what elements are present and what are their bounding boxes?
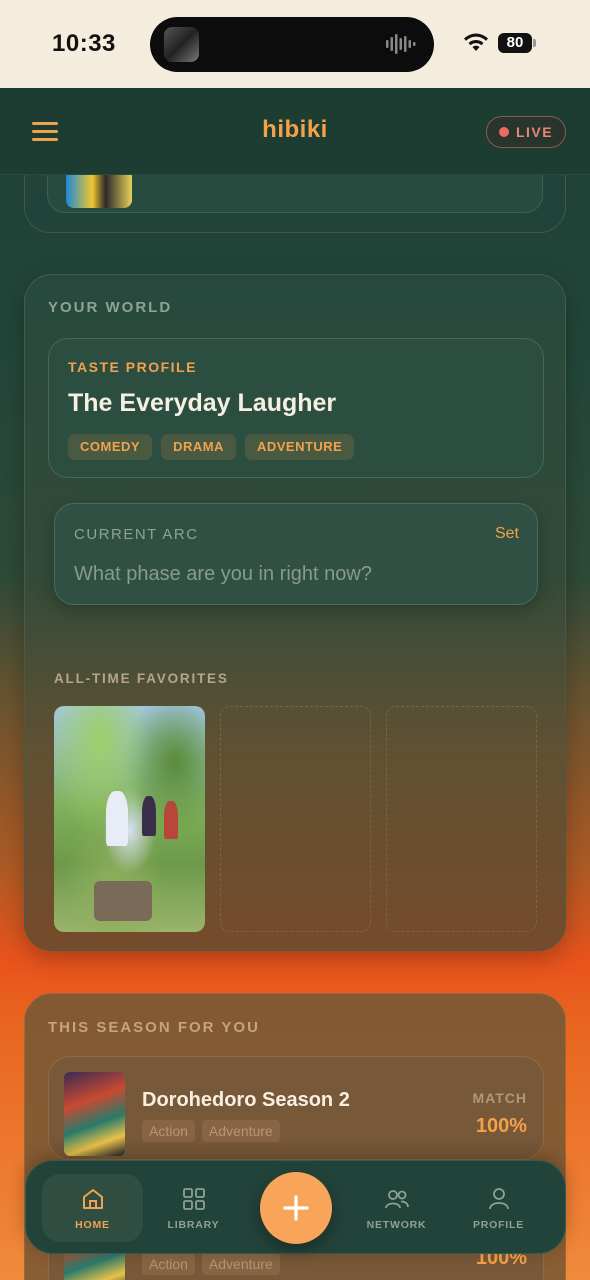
live-button[interactable]: LIVE — [486, 116, 566, 148]
taste-profile-name: The Everyday Laugher — [68, 389, 337, 417]
favorite-empty-slot[interactable] — [220, 706, 371, 932]
wifi-icon — [464, 33, 488, 51]
nav-network[interactable]: NETWORK — [346, 1174, 447, 1242]
grid-icon — [182, 1188, 205, 1210]
previous-thumbnail — [66, 172, 132, 208]
recommendation-tags: Action Adventure — [142, 1253, 280, 1275]
taste-profile-card[interactable]: TASTE PROFILE The Everyday Laugher COMED… — [48, 338, 544, 478]
taste-tags: COMEDY DRAMA ADVENTURE — [68, 434, 355, 460]
audio-wave-icon — [386, 34, 416, 54]
season-title: THIS SEASON FOR YOU — [48, 1019, 260, 1036]
taste-tag: DRAMA — [161, 434, 236, 460]
set-arc-button[interactable]: Set — [495, 525, 519, 543]
live-label: LIVE — [515, 124, 554, 140]
recommendation-tag: Adventure — [201, 1120, 280, 1142]
nav-home[interactable]: HOME — [42, 1174, 143, 1242]
match-value: 100% — [475, 1115, 527, 1137]
dynamic-island[interactable] — [150, 17, 434, 72]
recommendation-title: Dorohedoro Season 2 — [142, 1089, 350, 1111]
add-button[interactable] — [260, 1172, 332, 1244]
now-playing-artwork — [164, 27, 199, 62]
nav-profile[interactable]: PROFILE — [448, 1174, 549, 1242]
taste-tag: COMEDY — [68, 434, 153, 460]
app-header: hibiki LIVE — [0, 88, 590, 175]
taste-tag: ADVENTURE — [244, 434, 355, 460]
battery-indicator: 80 — [498, 33, 532, 53]
current-arc-card: CURRENT ARC Set — [54, 503, 538, 605]
home-icon — [82, 1189, 103, 1209]
your-world-title: YOUR WORLD — [48, 299, 173, 316]
recommendation-item[interactable]: Dorohedoro Season 2 Action Adventure MAT… — [48, 1056, 544, 1160]
favorite-empty-slot[interactable] — [386, 706, 537, 932]
taste-profile-label: TASTE PROFILE — [68, 359, 197, 375]
current-arc-input[interactable] — [74, 560, 514, 588]
recommendation-tag: Action — [142, 1253, 195, 1275]
user-icon — [488, 1188, 509, 1210]
favorite-poster[interactable] — [54, 706, 205, 932]
plus-icon — [283, 1195, 309, 1221]
nav-library-label: LIBRARY — [167, 1219, 220, 1231]
status-bar: 10:33 80 — [0, 0, 590, 88]
nav-network-label: NETWORK — [366, 1219, 427, 1231]
nav-library[interactable]: LIBRARY — [143, 1174, 244, 1242]
bottom-nav: HOME LIBRARY NETWORK PROFILE — [25, 1160, 566, 1254]
recommendation-tag: Action — [142, 1120, 195, 1142]
nav-home-label: HOME — [75, 1219, 110, 1231]
match-label: MATCH — [472, 1090, 527, 1106]
favorites-title: ALL-TIME FAVORITES — [54, 671, 229, 686]
recommendation-tag: Adventure — [201, 1253, 280, 1275]
people-icon — [384, 1190, 409, 1209]
recommendation-tags: Action Adventure — [142, 1120, 280, 1142]
battery-tip — [533, 39, 536, 47]
recommendation-poster — [64, 1072, 125, 1156]
current-arc-label: CURRENT ARC — [74, 526, 199, 543]
live-dot-icon — [498, 127, 509, 137]
your-world-card: YOUR WORLD TASTE PROFILE The Everyday La… — [24, 274, 566, 951]
status-time: 10:33 — [52, 30, 116, 57]
nav-profile-label: PROFILE — [472, 1219, 525, 1231]
